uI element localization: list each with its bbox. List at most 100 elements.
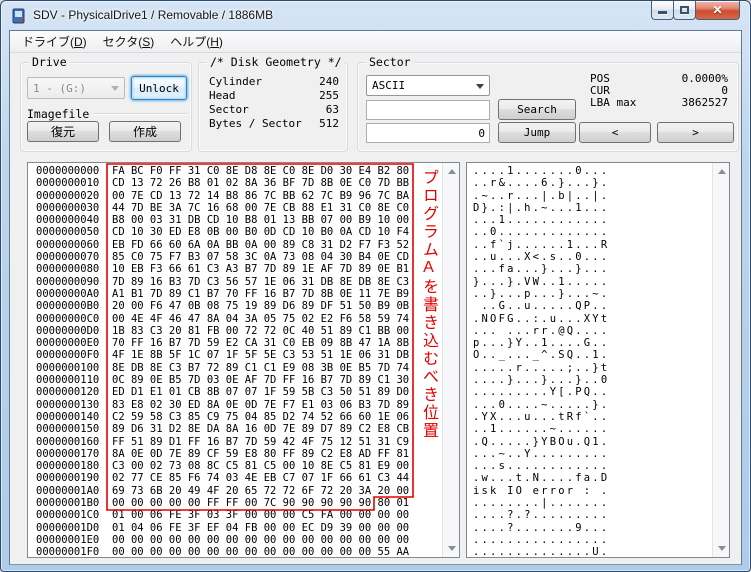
hex-row: 00000001B0 00 00 00 00 00 FF FF 00 7C 90 … xyxy=(36,497,442,509)
ascii-row: ... ...rr.@Q.... xyxy=(473,325,712,337)
hex-address: 00000000F0 xyxy=(36,349,99,361)
disk-geometry-rows: Cylinder240 Head255 Sector63 Bytes / Sec… xyxy=(209,75,339,131)
hex-bytes: 01 00 06 FE 3F 03 3F 00 00 00 C5 FA 00 0… xyxy=(112,509,409,521)
hex-address: 00000000B0 xyxy=(36,300,99,312)
hex-bytes: 83 E8 02 30 ED 8A 0E 0D 7E F7 E1 03 06 B… xyxy=(112,399,409,411)
ascii-row: .....r.....;..}t xyxy=(473,362,712,374)
ascii-row: ...fa...}...}... xyxy=(473,263,712,275)
scroll-down-button[interactable] xyxy=(714,540,729,556)
hex-bytes: 02 77 CE 85 F6 74 03 4E EB C7 07 1F 66 6… xyxy=(112,472,409,484)
hex-row: 0000000040B8 00 03 31 DB CD 10 B8 01 13 … xyxy=(36,214,442,226)
hex-bytes: 20 00 F6 47 0B 08 75 19 89 D6 89 DF 51 5… xyxy=(112,300,409,312)
unlock-button[interactable]: Unlock xyxy=(131,76,187,100)
hex-address: 00000000C0 xyxy=(36,313,99,325)
hex-bytes: C2 59 58 C3 85 C9 75 04 85 D2 74 52 66 6… xyxy=(112,411,409,423)
next-sector-button[interactable]: > xyxy=(657,122,734,143)
hex-bytes: A1 B1 7D 89 C1 B7 70 FF 16 B7 7D 8B 0E 1… xyxy=(112,288,409,300)
hex-address: 00000001A0 xyxy=(36,485,99,497)
hex-bytes: 69 73 6B 20 49 4F 20 65 72 72 6F 72 20 3… xyxy=(112,485,409,497)
hex-address: 00000001B0 xyxy=(36,497,99,509)
hex-address: 0000000010 xyxy=(36,177,99,189)
ascii-row: ..u...X<.s..0... xyxy=(473,251,712,263)
create-button[interactable]: 作成 xyxy=(109,121,181,142)
scroll-down-button[interactable] xyxy=(444,540,459,556)
hex-row: 00000000A0 A1 B1 7D 89 C1 B7 70 FF 16 B7 … xyxy=(36,288,442,300)
search-mode-select[interactable]: ASCII xyxy=(366,75,490,96)
ascii-scrollbar[interactable] xyxy=(712,163,729,557)
jump-button[interactable]: Jump xyxy=(498,122,576,143)
hex-bytes: 89 D6 31 D2 8E DA 8A 16 0D 7E 89 D7 89 C… xyxy=(112,423,409,435)
ascii-row: ..f`j......1...R xyxy=(473,239,712,251)
hex-bytes: 00 00 00 00 00 FF FF 00 7C 90 90 90 90 9… xyxy=(112,497,409,509)
maximize-button[interactable] xyxy=(673,1,696,20)
hex-address: 0000000190 xyxy=(36,472,99,484)
hex-row: 0000000010 CD 13 72 26 B8 01 02 8A 36 BF … xyxy=(36,177,442,189)
hex-address: 0000000110 xyxy=(36,374,99,386)
hex-address: 0000000180 xyxy=(36,460,99,472)
scroll-up-button[interactable] xyxy=(714,164,729,180)
imagefile-separator-line xyxy=(93,113,187,115)
chevron-down-icon xyxy=(476,84,484,89)
ascii-row: ..1......~...... xyxy=(473,423,712,435)
close-button[interactable]: ✕ xyxy=(695,1,740,20)
hex-bytes: FA BC F0 FF 31 C0 8E D8 8E C0 8E D0 30 E… xyxy=(112,165,409,177)
menu-item-drive[interactable]: ドライブ(D) xyxy=(14,31,95,52)
hex-bytes: 85 C0 75 F7 B3 07 58 3C 0A 73 08 04 30 B… xyxy=(112,251,409,263)
hex-row: 0000000000FA BC F0 FF 31 C0 8E D8 8E C0 … xyxy=(36,165,442,177)
hex-row: 0000000120ED D1 E1 01 CB 8B 07 07 1F 59 … xyxy=(36,386,442,398)
lba-max-value: 3862527 xyxy=(682,97,728,109)
hex-address: 0000000070 xyxy=(36,251,99,263)
hex-bytes: 10 EB F3 66 61 C3 A3 B7 7D 89 1E AF 7D 8… xyxy=(112,263,409,275)
hex-address: 0000000130 xyxy=(36,399,99,411)
hex-bytes: 8E DB 8E C3 B7 72 89 C1 C1 E9 08 3B 0E B… xyxy=(112,362,409,374)
menu-item-help[interactable]: ヘルプ(H) xyxy=(162,31,231,52)
hex-bytes: 00 00 00 00 00 00 00 00 00 00 00 00 00 0… xyxy=(112,546,409,557)
drive-select[interactable]: 1 - (G:) xyxy=(27,77,125,99)
ascii-row: ....?.?......... xyxy=(473,509,712,521)
hex-address: 0000000080 xyxy=(36,263,99,275)
hex-address: 0000000140 xyxy=(36,411,99,423)
menu-item-sector[interactable]: セクタ(S) xyxy=(95,31,163,52)
hex-bytes: CD 10 30 ED E8 0B 00 B0 0D CD 10 B0 0A C… xyxy=(112,226,409,238)
hex-rows: 0000000000FA BC F0 FF 31 C0 8E D8 8E C0 … xyxy=(28,163,442,557)
ascii-row: ........|....... xyxy=(473,497,712,509)
ascii-row: ....1.......0... xyxy=(473,165,712,177)
hex-row: 00000000F04F 1E 8B 5F 1C 07 1F 5F 5E C3 … xyxy=(36,349,442,361)
hex-address: 00000001F0 xyxy=(36,546,99,557)
window-title: SDV - PhysicalDrive1 / Removable / 1886M… xyxy=(33,8,273,22)
ascii-rows: ....1.......0.....r&....6.}...}..~..r...… xyxy=(467,163,712,557)
menu-mnemonic: H xyxy=(210,35,219,49)
hex-row: 0000000080 10 EB F3 66 61 C3 A3 B7 7D 89 … xyxy=(36,263,442,275)
ascii-row: ..}...p...}...~. xyxy=(473,288,712,300)
title-bar[interactable]: SDV - PhysicalDrive1 / Removable / 1886M… xyxy=(1,1,750,30)
hex-address: 0000000160 xyxy=(36,436,99,448)
hex-scrollbar[interactable] xyxy=(442,163,459,557)
search-input[interactable] xyxy=(366,100,490,120)
geometry-row: Head255 xyxy=(209,89,339,103)
hex-row: 00000001F0 00 00 00 00 00 00 00 00 00 00 … xyxy=(36,546,442,557)
ascii-row: ................ xyxy=(473,534,712,546)
hex-pane: 0000000000FA BC F0 FF 31 C0 8E D8 8E C0 … xyxy=(27,162,460,558)
hex-address: 0000000170 xyxy=(36,448,99,460)
imagefile-separator: Imagefile xyxy=(27,107,187,121)
menu-mnemonic: D xyxy=(74,35,83,49)
search-button[interactable]: Search xyxy=(498,99,576,120)
hex-row: 0000000180 C3 00 02 73 08 8C C5 81 C5 00 … xyxy=(36,460,442,472)
hex-row: 0000000160FF 51 89 D1 FF 16 B7 7D 59 42 … xyxy=(36,436,442,448)
hex-address: 00000000A0 xyxy=(36,288,99,300)
ascii-row: .NOFG..:.u...XYt xyxy=(473,313,712,325)
ascii-row: ....}...}...}..0 xyxy=(473,374,712,386)
hex-address: 0000000090 xyxy=(36,276,99,288)
prev-sector-button[interactable]: < xyxy=(579,122,651,143)
search-mode-value: ASCII xyxy=(372,79,405,92)
sector-number-input[interactable] xyxy=(366,123,490,143)
hex-row: 00000000B0 20 00 F6 47 0B 08 75 19 89 D6 … xyxy=(36,300,442,312)
hex-bytes: 7D 89 16 B3 7D C3 56 57 1E 06 31 DB 8E D… xyxy=(112,276,409,288)
restore-button[interactable]: 復元 xyxy=(27,121,99,142)
scroll-up-button[interactable] xyxy=(444,164,459,180)
hex-bytes: C3 00 02 73 08 8C C5 81 C5 00 10 8E C5 8… xyxy=(112,460,409,472)
minimize-button[interactable] xyxy=(651,1,674,20)
ascii-row: }...}.VW..1..... xyxy=(473,276,712,288)
hex-bytes: CD 13 72 26 B8 01 02 8A 36 BF 7D 8B 0E C… xyxy=(112,177,409,189)
hex-row: 00000001A0 69 73 6B 20 49 4F 20 65 72 72 … xyxy=(36,485,442,497)
